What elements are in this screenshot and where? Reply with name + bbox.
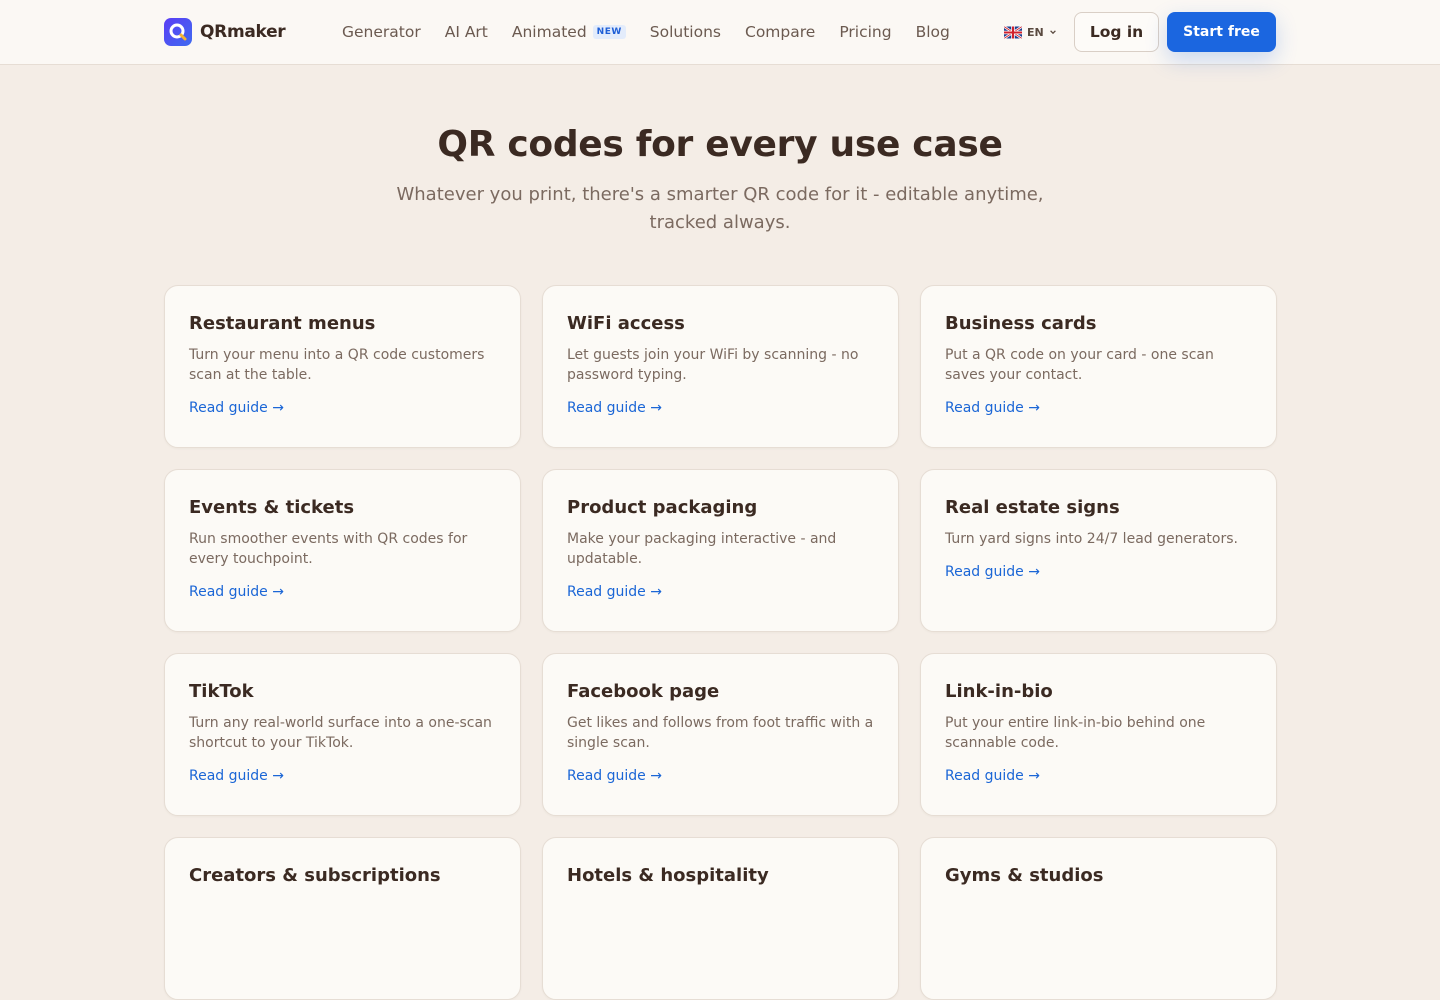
read-guide-link[interactable]: Read guide → [567,584,662,600]
nav-item-label: Animated [511,23,587,41]
use-case-card[interactable]: Real estate signs Turn yard signs into 2… [920,469,1277,632]
brand-name: QRmaker [200,22,286,42]
use-case-card[interactable]: Restaurant menus Turn your menu into a Q… [164,285,521,448]
nav-item-animated[interactable]: Animated NEW [512,23,626,41]
card-title: Link-in-bio [945,681,1053,702]
qr-logo-icon [164,18,192,46]
card-title: TikTok [189,681,254,702]
use-case-card[interactable]: Business cards Put a QR code on your car… [920,285,1277,448]
chevron-down-icon [1049,30,1056,35]
read-guide-link[interactable]: Read guide → [945,564,1040,580]
read-guide-link[interactable]: Read guide → [189,400,284,416]
start-free-button[interactable]: Start free [1167,12,1276,52]
card-description: Make your packaging interactive - and up… [567,531,837,567]
use-case-card[interactable]: Creators & subscriptions [164,837,521,1000]
use-case-card[interactable]: TikTok Turn any real-world surface into … [164,653,521,816]
use-case-card[interactable]: Product packaging Make your packaging in… [542,469,899,632]
uk-flag-icon [1004,25,1022,39]
nav-item-ai-art[interactable]: AI Art [445,23,488,41]
card-description: Put a QR code on your card - one scan sa… [945,347,1214,383]
main-nav: Generator AI Art Animated NEW Solutions … [342,0,950,64]
read-guide-link[interactable]: Read guide → [945,400,1040,416]
language-selector[interactable]: EN [1004,24,1057,40]
card-title: Gyms & studios [945,865,1104,886]
login-button[interactable]: Log in [1074,12,1159,52]
use-case-card[interactable]: WiFi access Let guests join your WiFi by… [542,285,899,448]
card-description: Turn any real-world surface into a one-s… [189,715,492,751]
card-title: Product packaging [567,497,758,518]
use-case-card[interactable]: Gyms & studios [920,837,1277,1000]
use-case-grid: Restaurant menus Turn your menu into a Q… [164,285,1277,1000]
read-guide-link[interactable]: Read guide → [567,400,662,416]
card-description: Put your entire link-in-bio behind one s… [945,715,1206,751]
read-guide-link[interactable]: Read guide → [567,768,662,784]
nav-item-solutions[interactable]: Solutions [650,23,721,41]
card-description: Turn your menu into a QR code customers … [189,347,485,383]
card-title: Restaurant menus [189,313,376,334]
brand-logo[interactable]: QRmaker [164,18,286,46]
nav-item-pricing[interactable]: Pricing [839,23,891,41]
new-badge: NEW [592,25,626,39]
card-title: Facebook page [567,681,720,702]
page-title: QR codes for every use case [437,124,1003,165]
card-description: Run smoother events with QR codes for ev… [189,531,468,567]
read-guide-link[interactable]: Read guide → [189,584,284,600]
card-description: Turn yard signs into 24/7 lead generator… [945,531,1238,547]
card-title: Real estate signs [945,497,1120,518]
card-title: Events & tickets [189,497,355,518]
use-case-card[interactable]: Facebook page Get likes and follows from… [542,653,899,816]
language-code: EN [1027,25,1044,39]
read-guide-link[interactable]: Read guide → [945,768,1040,784]
card-description: Let guests join your WiFi by scanning - … [567,347,859,383]
read-guide-link[interactable]: Read guide → [189,768,284,784]
card-title: Business cards [945,313,1097,334]
use-case-card[interactable]: Link-in-bio Put your entire link-in-bio … [920,653,1277,816]
nav-item-compare[interactable]: Compare [745,23,815,41]
card-title: WiFi access [567,313,685,334]
site-header: QRmaker Generator AI Art Animated NEW So… [0,0,1440,65]
card-description: Get likes and follows from foot traffic … [567,715,874,751]
nav-item-blog[interactable]: Blog [916,23,950,41]
use-case-card[interactable]: Hotels & hospitality [542,837,899,1000]
nav-item-generator[interactable]: Generator [342,23,421,41]
use-case-card[interactable]: Events & tickets Run smoother events wit… [164,469,521,632]
page-subtitle: Whatever you print, there's a smarter QR… [396,184,1044,233]
card-title: Hotels & hospitality [567,865,769,886]
card-title: Creators & subscriptions [189,865,441,886]
